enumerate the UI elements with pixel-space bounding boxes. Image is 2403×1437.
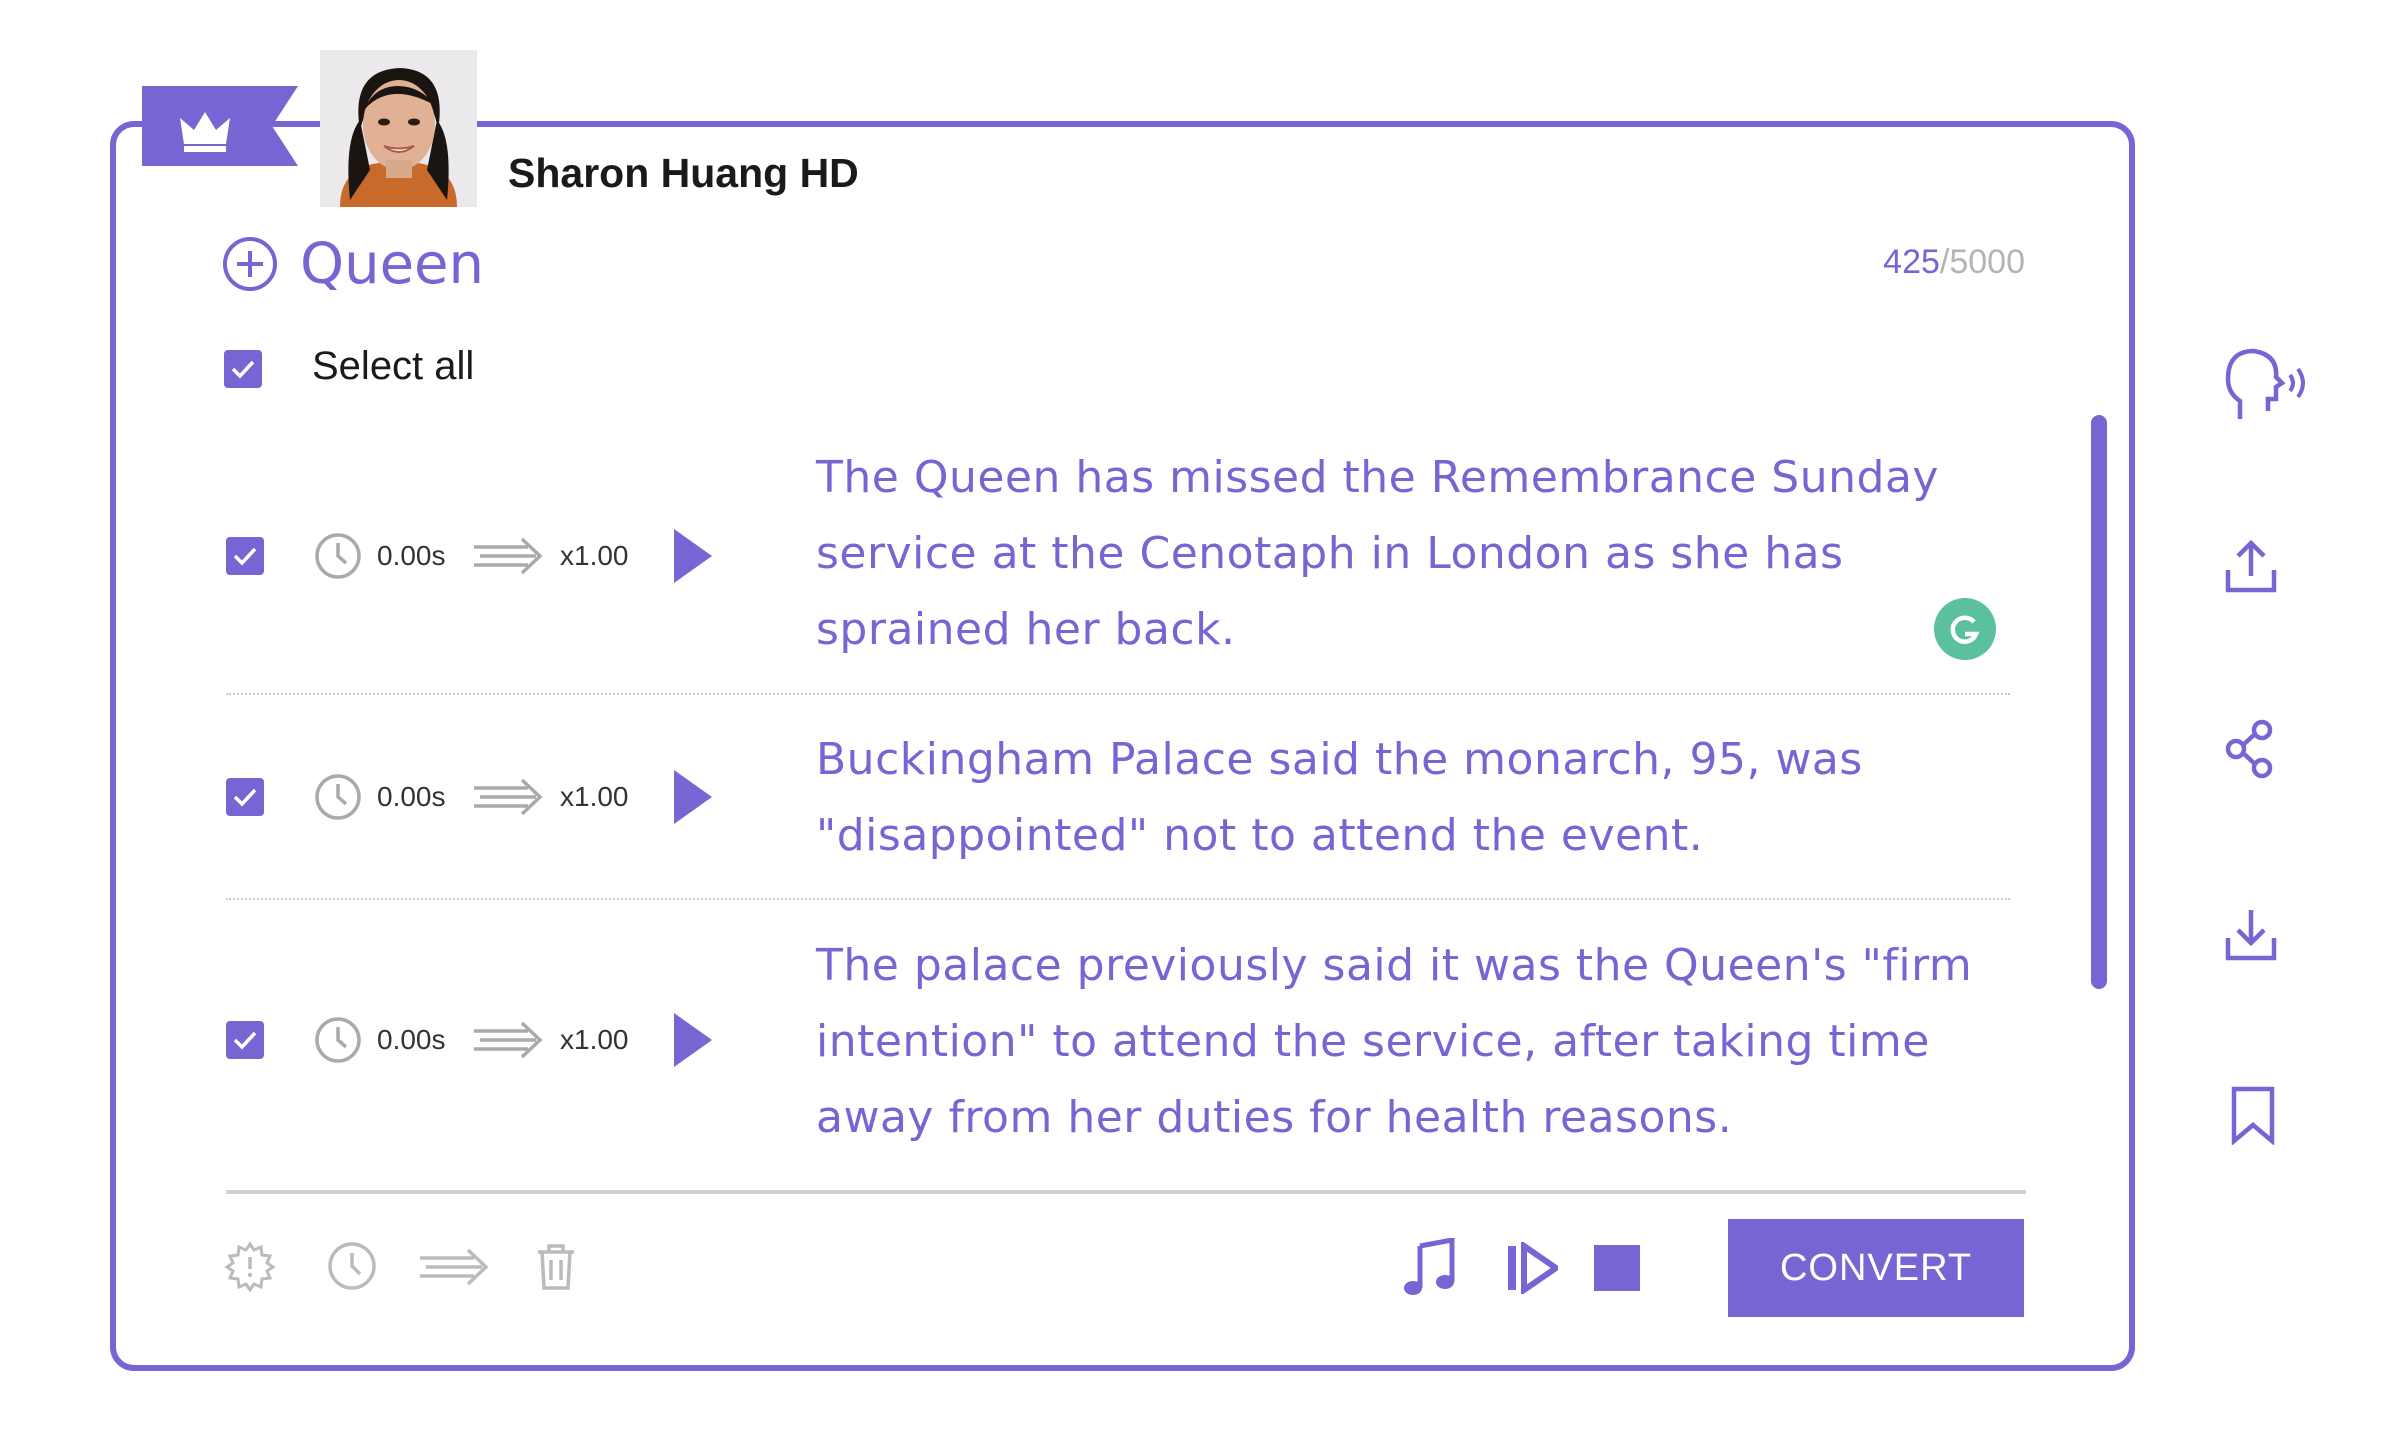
row-speed[interactable]: x1.00 [560,1024,629,1056]
convert-button[interactable]: CONVERT [1728,1219,2024,1317]
row-checkbox[interactable] [226,778,264,816]
play-icon[interactable] [670,768,716,826]
clock-icon[interactable] [313,1015,363,1065]
sentence-text[interactable]: The palace previously said it was the Qu… [816,928,2016,1156]
select-all-label[interactable]: Select all [312,344,474,389]
checkmark-icon [233,1031,257,1050]
row-duration[interactable]: 0.00s [377,540,446,572]
speed-arrow-icon[interactable] [416,1244,494,1290]
share-icon[interactable] [2224,718,2276,780]
char-count-max: 5000 [1949,243,2025,281]
checkmark-icon [233,547,257,566]
row-speed[interactable]: x1.00 [560,540,629,572]
project-title[interactable]: Queen [300,232,484,297]
sentence-text[interactable]: Buckingham Palace said the monarch, 95, … [816,722,2016,874]
char-count-separator: / [1939,243,1950,281]
voice-head-icon[interactable] [2222,345,2314,423]
trash-icon[interactable] [532,1240,580,1292]
select-all-checkbox[interactable] [224,350,262,388]
row-checkbox[interactable] [226,537,264,575]
bookmark-icon[interactable] [2230,1085,2276,1145]
checkmark-icon [233,788,257,807]
character-counter: 425/5000 [1883,243,2025,282]
footer-divider [226,1190,2026,1194]
settings-gear-icon[interactable] [224,1240,276,1292]
play-from-icon[interactable] [1506,1242,1558,1294]
row-divider [226,693,2010,695]
avatar[interactable] [320,50,477,207]
speed-arrow-icon[interactable] [470,774,548,820]
clock-icon[interactable] [313,531,363,581]
download-icon[interactable] [2224,906,2278,962]
premium-ribbon [142,86,298,166]
speed-arrow-icon[interactable] [470,1017,548,1063]
row-speed[interactable]: x1.00 [560,781,629,813]
music-note-icon[interactable] [1402,1238,1456,1298]
clock-icon[interactable] [313,772,363,822]
scrollbar[interactable] [2091,415,2107,989]
crown-icon [142,86,298,166]
play-icon[interactable] [670,1011,716,1069]
speed-arrow-icon[interactable] [470,533,548,579]
grammarly-icon[interactable] [1934,598,1996,660]
upload-icon[interactable] [2224,538,2278,594]
clock-icon[interactable] [326,1240,378,1292]
stop-icon[interactable] [1594,1245,1640,1291]
checkmark-icon [231,360,255,379]
row-divider [226,898,2010,900]
plus-circle-icon[interactable] [222,236,278,292]
row-duration[interactable]: 0.00s [377,781,446,813]
row-checkbox[interactable] [226,1021,264,1059]
play-icon[interactable] [670,527,716,585]
row-duration[interactable]: 0.00s [377,1024,446,1056]
voice-name: Sharon Huang HD [508,150,859,196]
sentence-text[interactable]: The Queen has missed the Remembrance Sun… [816,440,2016,668]
char-count-current: 425 [1883,243,1940,281]
